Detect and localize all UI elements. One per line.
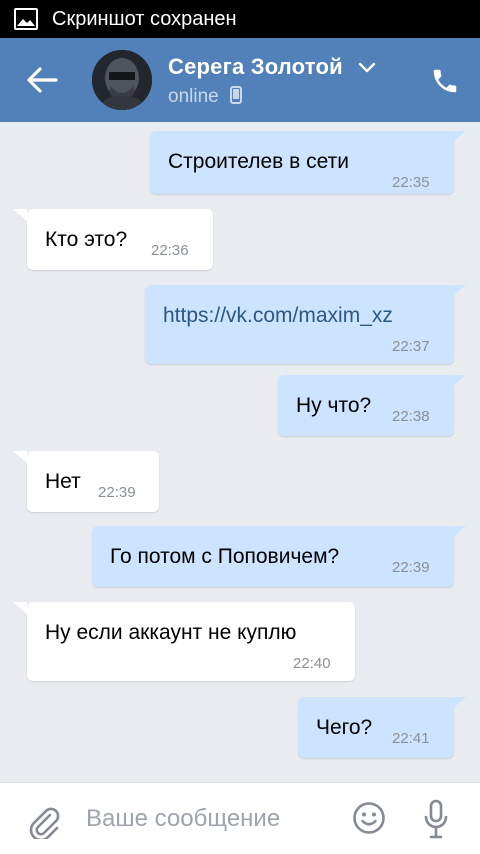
bubble-tail (452, 697, 466, 709)
phone-icon[interactable] (430, 66, 460, 96)
avatar[interactable] (92, 50, 152, 110)
message-time: 22:38 (392, 408, 430, 425)
bubble-tail (13, 451, 27, 463)
message-time: 22:35 (392, 174, 430, 191)
message-time: 22:40 (293, 655, 331, 672)
status-notification: Скриншот сохранен (52, 7, 237, 30)
message-list[interactable]: Строителев в сети 22:35 Кто это? 22:36 h… (0, 122, 480, 782)
message-time: 22:39 (392, 559, 430, 576)
bubble-tail (452, 375, 466, 387)
chevron-down-icon[interactable] (358, 60, 376, 74)
bubble-tail (452, 526, 466, 538)
message-outgoing[interactable]: Чего? 22:41 (298, 697, 466, 758)
message-incoming[interactable]: Нет 22:39 (13, 451, 159, 512)
arrow-left-icon[interactable] (22, 62, 62, 98)
message-text: Кто это? (45, 228, 128, 251)
message-input[interactable] (86, 801, 336, 837)
paperclip-icon[interactable] (26, 801, 60, 839)
message-outgoing[interactable]: Ну что? 22:38 (278, 375, 466, 436)
smile-icon[interactable] (352, 801, 386, 835)
message-text: Нет (45, 470, 81, 493)
avatar-image (92, 50, 152, 110)
bubble-tail (13, 209, 27, 221)
message-time: 22:36 (151, 242, 189, 259)
bubble-tail (452, 131, 466, 143)
message-text: Го потом с Поповичем? (110, 545, 340, 568)
message-text: Строителев в сети (168, 150, 349, 173)
message-text: Ну что? (296, 394, 372, 417)
message-text: Ну если аккаунт не куплю (45, 621, 297, 644)
message-outgoing[interactable]: Строителев в сети 22:35 (150, 131, 466, 194)
message-time: 22:41 (392, 730, 430, 747)
message-text: Чего? (316, 716, 373, 739)
message-time: 22:39 (98, 484, 136, 501)
message-incoming[interactable]: Ну если аккаунт не куплю 22:40 (13, 602, 355, 681)
message-outgoing[interactable]: https://vk.com/maxim_xz 22:37 (145, 285, 466, 364)
contact-name[interactable]: Серега Золотой (168, 54, 343, 80)
contact-status: online (168, 86, 242, 108)
bubble-tail (13, 602, 27, 614)
bubble-tail (452, 285, 466, 297)
chat-header: Серега Золотой online (0, 38, 480, 122)
status-text: online (168, 86, 219, 107)
mobile-phone-icon (230, 86, 242, 104)
message-time: 22:37 (392, 338, 430, 355)
status-bar: Скриншот сохранен (0, 0, 480, 38)
microphone-icon[interactable] (422, 799, 450, 839)
message-incoming[interactable]: Кто это? 22:36 (13, 209, 213, 270)
message-link[interactable]: https://vk.com/maxim_xz (163, 304, 393, 328)
message-outgoing[interactable]: Го потом с Поповичем? 22:39 (92, 526, 466, 587)
image-icon (14, 8, 38, 30)
message-composer (0, 782, 480, 854)
